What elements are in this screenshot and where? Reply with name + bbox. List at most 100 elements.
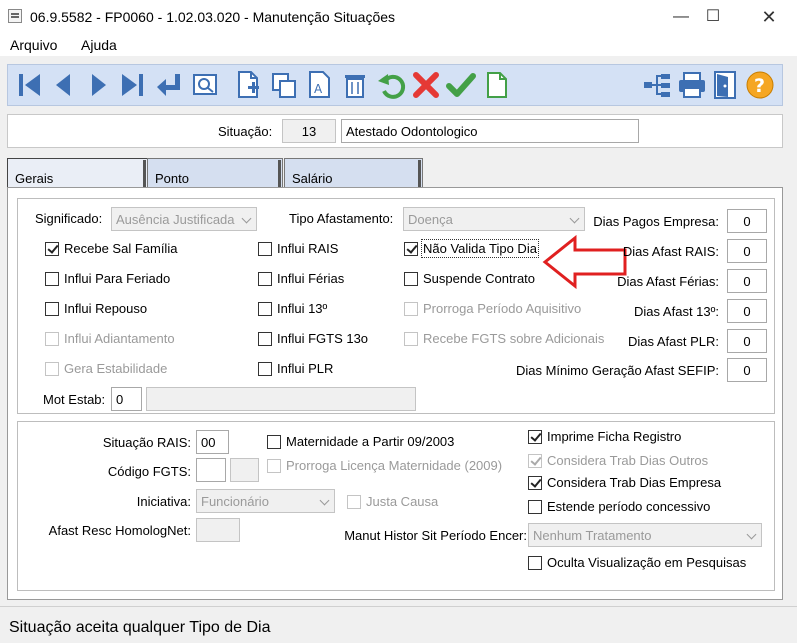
- cancel-icon[interactable]: [411, 69, 441, 101]
- svg-text:?: ?: [754, 75, 765, 97]
- checkbox-box: [404, 302, 418, 316]
- checkbox-label: Oculta Visualização em Pesquisas: [547, 555, 747, 570]
- manut-histor-value: Nenhum Tratamento: [533, 528, 652, 543]
- checkbox-box: [267, 459, 281, 473]
- significado-select[interactable]: Ausência Justificada: [111, 207, 257, 231]
- codigo-fgts-description-field: [230, 458, 259, 482]
- checkbox-label: Influi RAIS: [277, 241, 339, 256]
- checkbox-box: [267, 435, 281, 449]
- checkbox-label: Prorroga Período Aquisitivo: [423, 301, 582, 316]
- previous-icon[interactable]: [52, 69, 74, 101]
- dias-afast-plr-label: Dias Afast PLR:: [627, 334, 719, 349]
- afast-resc-field[interactable]: [196, 518, 240, 542]
- checkbox-label: Considera Trab Dias Outros: [547, 453, 709, 468]
- checkbox-box: [45, 332, 59, 346]
- app-icon: [8, 9, 22, 23]
- situacao-panel: Situação: 13 Atestado Odontologico: [7, 114, 783, 148]
- checkbox-box: [258, 332, 272, 346]
- tipo-afastamento-label: Tipo Afastamento:: [289, 211, 394, 226]
- toolbar: A ?: [7, 64, 783, 106]
- checkbox-box: [528, 454, 542, 468]
- print-icon[interactable]: [676, 69, 708, 101]
- checkbox-label: Influi PLR: [277, 361, 334, 376]
- gerais-lower-group: Situação RAIS: 00 Código FGTS: Iniciativ…: [17, 421, 775, 591]
- text-icon[interactable]: A: [306, 69, 334, 101]
- dias-minimo-sefip-field[interactable]: 0: [727, 358, 767, 382]
- dias-afast-13-label: Dias Afast 13º:: [634, 304, 719, 319]
- checkbox-label: Imprime Ficha Registro: [547, 429, 682, 444]
- chevron-down-icon: [241, 213, 252, 224]
- situacao-label: Situação:: [218, 124, 273, 139]
- tipo-afastamento-value: Doença: [408, 212, 453, 227]
- return-icon[interactable]: [154, 69, 184, 101]
- status-bar: Situação aceita qualquer Tipo de Dia: [0, 606, 797, 643]
- help-icon[interactable]: ?: [745, 69, 775, 101]
- checkbox-label: Influi FGTS 13o: [277, 331, 369, 346]
- gerais-upper-group: Significado: Ausência Justificada Tipo A…: [17, 198, 775, 414]
- checkbox-label: Influi 13º: [277, 301, 328, 316]
- chevron-down-icon: [746, 529, 757, 540]
- tab-salario[interactable]: Salário: [284, 158, 423, 188]
- first-icon[interactable]: [16, 69, 44, 101]
- arrow-left-icon: [542, 234, 628, 292]
- situacao-rais-label: Situação RAIS:: [102, 435, 191, 450]
- manut-histor-select[interactable]: Nenhum Tratamento: [528, 523, 762, 547]
- dias-afast-13-field[interactable]: 0: [727, 299, 767, 323]
- manut-histor-label: Manut Histor Sit Período Encer:: [344, 528, 527, 543]
- tab-gerais[interactable]: Gerais: [7, 158, 148, 188]
- significado-label: Significado:: [35, 211, 103, 226]
- copy-icon[interactable]: [270, 69, 298, 101]
- tab-ponto[interactable]: Ponto: [147, 158, 283, 188]
- title-bar: 06.9.5582 - FP0060 - 1.02.03.020 - Manut…: [0, 0, 797, 34]
- situacao-description-field[interactable]: Atestado Odontologico: [341, 119, 639, 143]
- maximize-button[interactable]: ☐: [690, 0, 736, 34]
- checkbox-label: Gera Estabilidade: [64, 361, 168, 376]
- last-icon[interactable]: [119, 69, 147, 101]
- delete-icon[interactable]: [342, 69, 368, 101]
- blank-page-icon[interactable]: [484, 69, 510, 101]
- new-icon[interactable]: [234, 69, 262, 101]
- tab-gerais-label: Gerais: [15, 171, 54, 186]
- dias-afast-ferias-field[interactable]: 0: [727, 269, 767, 293]
- checkbox-label: Influi Férias: [277, 271, 345, 286]
- undo-icon[interactable]: [376, 69, 406, 101]
- chevron-down-icon: [319, 495, 330, 506]
- tree-icon[interactable]: [642, 69, 672, 101]
- situacao-code-field[interactable]: 13: [282, 119, 336, 143]
- checkbox-box: [45, 302, 59, 316]
- checkbox-label: Estende período concessivo: [547, 499, 711, 514]
- dias-afast-ferias-label: Dias Afast Férias:: [617, 274, 719, 289]
- chevron-down-icon: [569, 213, 580, 224]
- dias-afast-plr-field[interactable]: 0: [727, 329, 767, 353]
- dias-afast-rais-field[interactable]: 0: [727, 239, 767, 263]
- menu-ajuda[interactable]: Ajuda: [81, 37, 117, 53]
- svg-text:A: A: [314, 82, 323, 96]
- dias-pagos-empresa-field[interactable]: 0: [727, 209, 767, 233]
- checkbox-box: [258, 362, 272, 376]
- checkbox-box: [404, 332, 418, 346]
- zoom-icon[interactable]: [191, 69, 219, 101]
- close-button[interactable]: ✕: [746, 0, 792, 34]
- checkbox-label: Recebe FGTS sobre Adicionais: [423, 331, 605, 346]
- menu-arquivo[interactable]: Arquivo: [10, 37, 57, 53]
- checkbox-label: Não Valida Tipo Dia: [421, 239, 539, 258]
- confirm-icon[interactable]: [446, 69, 476, 101]
- situacao-rais-field[interactable]: 00: [196, 430, 229, 454]
- checkbox-box: [258, 272, 272, 286]
- checkbox-box: [404, 242, 418, 256]
- tab-ponto-label: Ponto: [155, 171, 189, 186]
- codigo-fgts-field[interactable]: [196, 458, 226, 482]
- checkbox-label: Maternidade a Partir 09/2003: [286, 434, 455, 449]
- tab-gerais-edge: [143, 160, 146, 188]
- iniciativa-select[interactable]: Funcionário: [196, 489, 335, 513]
- dias-afast-rais-label: Dias Afast RAIS:: [622, 244, 719, 259]
- exit-icon[interactable]: [711, 69, 739, 101]
- mot-estab-code-field[interactable]: 0: [111, 387, 142, 411]
- tab-ponto-edge: [278, 160, 281, 188]
- mot-estab-description-field[interactable]: [146, 387, 416, 411]
- next-icon[interactable]: [88, 69, 110, 101]
- dias-pagos-empresa-label: Dias Pagos Empresa:: [593, 214, 719, 229]
- checkbox-box: [45, 362, 59, 376]
- menu-bar: Arquivo Ajuda: [0, 34, 797, 56]
- tipo-afastamento-select[interactable]: Doença: [403, 207, 585, 231]
